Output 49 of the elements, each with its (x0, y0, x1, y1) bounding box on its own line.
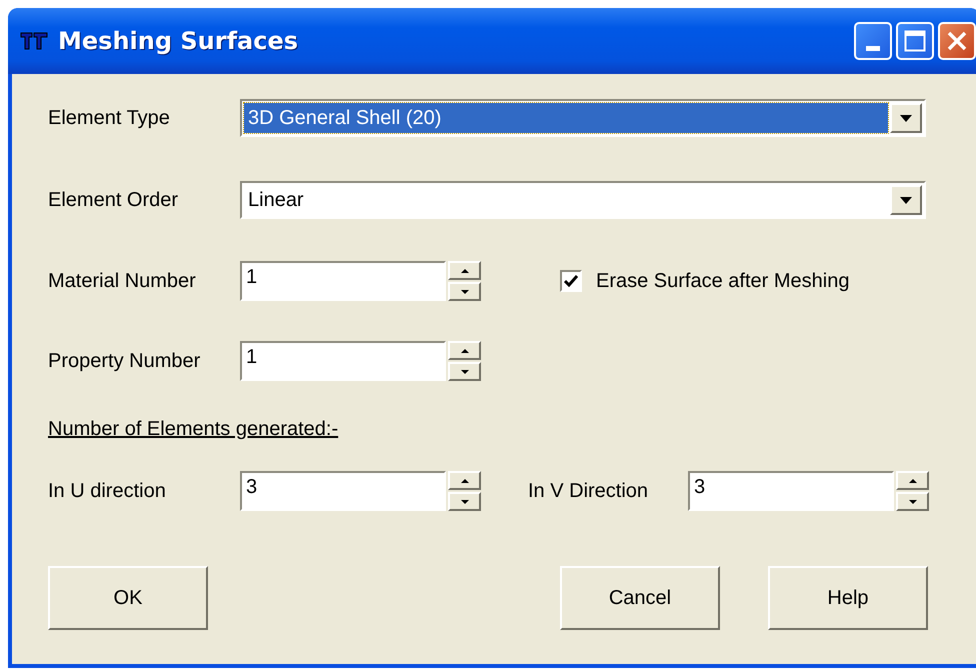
down-arrow-icon (460, 370, 468, 374)
spin-down-button[interactable] (448, 362, 481, 381)
down-arrow-icon (460, 290, 468, 294)
window-title: Meshing Surfaces (58, 27, 300, 55)
caret-icon (900, 196, 912, 204)
field-label: In U direction (48, 480, 167, 502)
combo-value: 3D General Shell (20) (244, 103, 888, 133)
dialog-button[interactable]: Help (768, 566, 928, 630)
number-field[interactable]: 3 (240, 471, 446, 511)
dialog-button[interactable]: Cancel (560, 566, 720, 630)
number-field[interactable]: 1 (240, 341, 446, 381)
number-field[interactable]: 1 (240, 261, 446, 301)
dropdown-button[interactable] (890, 185, 922, 215)
up-arrow-icon (460, 478, 468, 482)
spin-down-button[interactable] (896, 492, 929, 511)
checkbox[interactable] (560, 270, 582, 292)
spin-up-button[interactable] (448, 261, 481, 280)
field-label: Element Order (48, 188, 180, 212)
spin-up-button[interactable] (448, 471, 481, 490)
down-arrow-icon (460, 500, 468, 504)
number-field[interactable]: 3 (688, 471, 894, 511)
field-label: In V Direction (528, 480, 650, 502)
element-order-dropdown[interactable]: Linear (240, 181, 926, 219)
caret-icon (900, 114, 912, 122)
close-icon (947, 31, 967, 51)
up-arrow-icon (908, 478, 916, 482)
app-logo-icon (20, 31, 48, 51)
dropdown-button[interactable] (890, 103, 922, 133)
dialog-button[interactable]: OK (48, 566, 208, 630)
element-type-dropdown[interactable]: 3D General Shell (20) (240, 99, 926, 137)
close-button[interactable] (938, 22, 976, 60)
field-label: Material Number (48, 270, 197, 292)
maximize-icon (904, 30, 926, 52)
maximize-button[interactable] (896, 22, 934, 60)
minimize-button[interactable] (854, 22, 892, 60)
spin-up-button[interactable] (896, 471, 929, 490)
down-arrow-icon (908, 500, 916, 504)
combo-value: Linear (247, 188, 305, 213)
spin-down-button[interactable] (448, 492, 481, 511)
section-heading: Number of Elements generated:- (48, 418, 338, 441)
up-arrow-icon (460, 348, 468, 352)
field-label: Property Number (48, 350, 202, 372)
up-arrow-icon (460, 268, 468, 272)
minimize-icon (866, 46, 880, 50)
spin-down-button[interactable] (448, 282, 481, 301)
checkmark-icon (564, 275, 578, 287)
field-label: Element Type (48, 106, 171, 130)
checkbox-label: Erase Surface after Meshing (596, 270, 850, 292)
spin-up-button[interactable] (448, 341, 481, 360)
